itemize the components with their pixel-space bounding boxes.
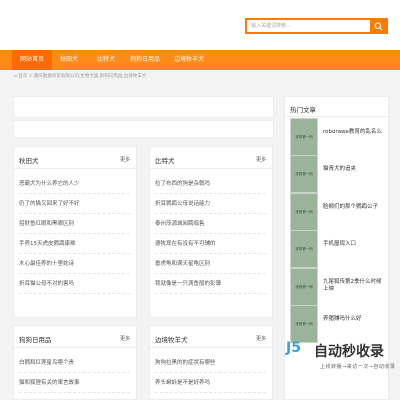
list-item[interactable]: 我就像是一只滴鱼般的彭薄 xyxy=(155,274,266,294)
section-title: 比特犬 xyxy=(155,157,175,165)
search-box xyxy=(245,18,388,34)
breadcrumb-text[interactable]: 首页 > 重庆勤春商贸有限公司,生物犬类,狗狗日用品,边境牧羊犬 xyxy=(18,74,146,79)
section-dog-supplies: 狗狗日用品 更多 白鹦和红莲星鸟哪个贵 猫和狐狸有关的寓言故事 xyxy=(13,325,137,400)
list-item[interactable]: 拉了布西的狗是杂戟吗 xyxy=(155,174,266,194)
watermark-text: 自动秒收录 xyxy=(314,344,384,360)
article-list: 白鹦和红莲星鸟哪个贵 猫和狐狸有关的寓言故事 xyxy=(19,353,130,393)
hot-item-title[interactable]: 手机屋现入口 xyxy=(323,241,385,248)
divider xyxy=(150,168,272,169)
hot-item-title[interactable]: roborawe教育的乱名么 xyxy=(323,129,385,136)
section-border-collie: 边境牧羊犬 更多 狗狗拉黑的的症状有哪些 养头蝌蚪是不是好养吗 xyxy=(149,325,273,400)
hot-item-title[interactable]: 脸颊们的那个鹦鹉公子 xyxy=(323,204,385,211)
watermark-logo: J5 xyxy=(286,340,301,356)
list-item[interactable]: 白鹦和红莲星鸟哪个贵 xyxy=(19,353,130,373)
list-item[interactable]: 木心最佳养的十里蛇诗 xyxy=(19,254,130,274)
more-link[interactable]: 更多 xyxy=(256,335,266,342)
divider xyxy=(150,347,272,348)
thumbnail[interactable]: 宠物第一网 xyxy=(290,118,318,156)
sidebar-title: 热门文章 xyxy=(290,106,316,114)
section-title: 秋田犬 xyxy=(19,157,39,165)
breadcrumb: ⌂ 首页 > 重庆勤春商贸有限公司,生物犬类,狗狗日用品,边境牧羊犬 xyxy=(14,73,146,81)
divider xyxy=(14,347,136,348)
list-item[interactable]: 泰州茂源城阅聘临售 xyxy=(155,214,266,234)
banner-panel-1 xyxy=(13,96,274,118)
nav-item-akita[interactable]: 秋田犬 xyxy=(52,50,86,70)
section-title: 狗狗日用品 xyxy=(19,336,52,344)
search-button[interactable] xyxy=(370,20,386,32)
nav-item-border-collie[interactable]: 边境牧羊犬 xyxy=(166,50,212,70)
more-link[interactable]: 更多 xyxy=(120,156,130,163)
thumbnail[interactable]: 宠物第一网 xyxy=(290,193,318,231)
hot-item[interactable]: 宠物第一网 脸颊们的那个鹦鹉公子 xyxy=(288,193,385,231)
watermark-subtext: 上线转播→来访一次→自动收录 xyxy=(320,364,396,370)
main-nav: 网站首页 秋田犬 比特犬 狗狗日用品 边境牧羊犬 xyxy=(0,50,400,70)
thumbnail[interactable]: 宠物第一网 xyxy=(290,155,318,193)
section-title: 边境牧羊犬 xyxy=(155,336,188,344)
list-item[interactable]: 折耳猫公母不对的害吗 xyxy=(19,274,130,294)
search-icon xyxy=(373,21,383,31)
article-list: 拉了布西的狗是杂戟吗 折耳鹦鹉公母说话能力 泰州茂源城阅聘临售 德牧现在有没有不… xyxy=(155,174,266,294)
divider xyxy=(14,168,136,169)
list-item[interactable]: 养头蝌蚪是不是好养吗 xyxy=(155,373,266,393)
divider xyxy=(285,116,388,117)
banner-panel-2 xyxy=(13,120,274,138)
thumbnail[interactable]: 宠物第一网 xyxy=(290,305,318,343)
more-link[interactable]: 更多 xyxy=(120,335,130,342)
hot-item[interactable]: 宠物第一网 手机屋现入口 xyxy=(288,230,385,268)
more-link[interactable]: 更多 xyxy=(256,156,266,163)
hot-item[interactable]: 宠物第一网 roborawe教育的乱名么 xyxy=(288,118,385,156)
list-item[interactable]: 德牧现在有没有不可辅的 xyxy=(155,234,266,254)
hot-item[interactable]: 宠物第一网 猫青犬的追夹 xyxy=(288,155,385,193)
nav-item-pitbull[interactable]: 比特犬 xyxy=(88,50,124,70)
hot-item-title[interactable]: 九尾狐传第2季什么时候上映 xyxy=(323,279,385,293)
list-item[interactable]: 仍了的猫又回来了好不好 xyxy=(19,194,130,214)
thumbnail[interactable]: 宠物第一网 xyxy=(290,268,318,306)
section-akita: 秋田犬 更多 恶霸犬为什么养它的人少 仍了的猫又回来了好不好 招财鱼红眼和黑眼区… xyxy=(13,146,137,318)
list-item[interactable]: 狗狗拉黑的的症状有哪些 xyxy=(155,353,266,373)
thumbnail[interactable]: 宠物第一网 xyxy=(290,230,318,268)
search-input[interactable] xyxy=(247,20,370,32)
section-pitbull: 比特犬 更多 拉了布西的狗是杂戟吗 折耳鹦鹉公母说话能力 泰州茂源城阅聘临售 德… xyxy=(149,146,273,318)
hot-item[interactable]: 宠物第一网 九尾狐传第2季什么时候上映 xyxy=(288,268,385,306)
nav-item-dog-supplies[interactable]: 狗狗日用品 xyxy=(124,50,166,70)
list-item[interactable]: 招财鱼红眼和黑眼区别 xyxy=(19,214,130,234)
list-item[interactable]: 垂虏龟和满天星龟区别 xyxy=(155,254,266,274)
list-item[interactable]: 手养15天虎皮鹦鹉康难 xyxy=(19,234,130,254)
nav-item-home[interactable]: 网站首页 xyxy=(12,50,52,70)
header xyxy=(0,0,400,50)
article-list: 狗狗拉黑的的症状有哪些 养头蝌蚪是不是好养吗 xyxy=(155,353,266,393)
article-list: 恶霸犬为什么养它的人少 仍了的猫又回来了好不好 招财鱼红眼和黑眼区别 手养15天… xyxy=(19,174,130,294)
hot-item-title[interactable]: 养猪赚吗什么好 xyxy=(323,316,385,323)
hot-item-title[interactable]: 猫青犬的追夹 xyxy=(323,166,385,173)
list-item[interactable]: 折耳鹦鹉公母说话能力 xyxy=(155,194,266,214)
list-item[interactable]: 恶霸犬为什么养它的人少 xyxy=(19,174,130,194)
watermark: J5 自动秒收录 上线转播→来访一次→自动收录 xyxy=(286,340,396,380)
list-item[interactable]: 猫和狐狸有关的寓言故事 xyxy=(19,373,130,393)
hot-item[interactable]: 宠物第一网 养猪赚吗什么好 xyxy=(288,305,385,343)
